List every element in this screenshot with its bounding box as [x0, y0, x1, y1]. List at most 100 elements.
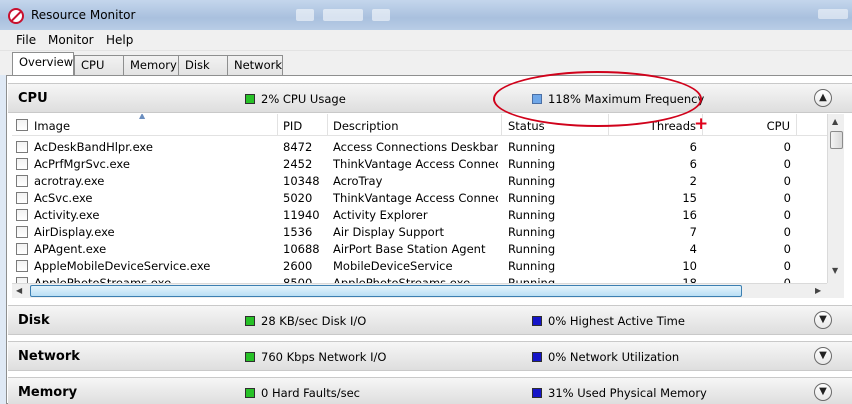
cell-cpu: 0: [783, 140, 791, 154]
titlebar-blurred-icon: [372, 9, 390, 21]
network-utilization-label: 0% Network Utilization: [548, 350, 680, 364]
cell-threads: 7: [689, 225, 697, 239]
row-checkbox[interactable]: [16, 243, 28, 255]
cell-threads: 4: [689, 242, 697, 256]
table-row[interactable]: APAgent.exe 10688 AirPort Base Station Age…: [12, 241, 827, 258]
row-checkbox[interactable]: [16, 260, 28, 272]
table-row[interactable]: AppleMobileDeviceService.exe 2600 MobileDe…: [12, 258, 827, 275]
cell-status: Running: [508, 191, 556, 205]
resource-monitor-icon: [8, 8, 24, 24]
row-checkbox[interactable]: [16, 209, 28, 221]
cell-threads: 2: [689, 174, 697, 188]
menu-monitor[interactable]: Monitor: [48, 33, 94, 47]
vertical-scroll-thumb[interactable]: [830, 131, 843, 149]
column-pid[interactable]: PID: [278, 114, 328, 136]
cpu-process-table: Image ▲ PID Description Status Threads C…: [12, 114, 827, 284]
horizontal-scrollbar[interactable]: ◀ ▶: [12, 283, 827, 298]
network-section-header[interactable]: Network 760 Kbps Network I/O 0% Network …: [8, 341, 852, 371]
chevron-up-icon[interactable]: ▲: [814, 89, 832, 107]
menu-help[interactable]: Help: [106, 33, 133, 47]
window-controls[interactable]: [818, 9, 848, 19]
cell-threads: 6: [689, 140, 697, 154]
disk-io-label: 28 KB/sec Disk I/O: [261, 314, 367, 328]
cpu-usage-label: 2% CPU Usage: [261, 92, 346, 106]
menu-bar: File Monitor Help: [0, 30, 852, 51]
scroll-up-icon[interactable]: ▲: [832, 117, 838, 126]
vertical-scrollbar[interactable]: ▲ ▼: [827, 114, 844, 284]
cell-image: APAgent.exe: [34, 242, 107, 256]
cell-image: acrotray.exe: [34, 174, 105, 188]
tab-memory[interactable]: Memory: [123, 55, 179, 75]
cell-threads: 16: [682, 208, 697, 222]
table-row[interactable]: AirDisplay.exe 1536 Air Display Support Run…: [12, 224, 827, 241]
row-checkbox[interactable]: [16, 192, 28, 204]
annotation-circle: [493, 71, 702, 127]
cell-pid: 1536: [283, 225, 313, 239]
table-row[interactable]: AcPrfMgrSvc.exe 2452 ThinkVantage Access C…: [12, 156, 827, 173]
hard-faults-stat: 0 Hard Faults/sec: [245, 386, 360, 400]
row-checkbox[interactable]: [16, 226, 28, 238]
cpu-usage-stat: 2% CPU Usage: [245, 92, 346, 106]
cell-status: Running: [508, 140, 556, 154]
cell-cpu: 0: [783, 259, 791, 273]
disk-section-header[interactable]: Disk 28 KB/sec Disk I/O 0% Highest Activ…: [8, 305, 852, 335]
network-utilization-indicator-icon: [532, 352, 542, 362]
cell-threads: 10: [682, 259, 697, 273]
disk-section-title: Disk: [18, 313, 50, 328]
network-io-label: 760 Kbps Network I/O: [261, 350, 387, 364]
row-checkbox[interactable]: [16, 175, 28, 187]
scroll-corner: [827, 283, 844, 298]
cell-cpu: 0: [783, 174, 791, 188]
memory-section-title: Memory: [18, 385, 78, 400]
chevron-down-icon[interactable]: ▼: [814, 383, 832, 401]
tab-disk[interactable]: Disk: [178, 55, 228, 75]
tab-overview[interactable]: Overview: [12, 52, 74, 76]
cell-desc: Activity Explorer: [333, 208, 428, 222]
menu-file[interactable]: File: [16, 33, 36, 47]
scroll-right-icon[interactable]: ▶: [815, 286, 821, 295]
cpu-usage-indicator-icon: [245, 94, 255, 104]
tab-network[interactable]: Network: [227, 55, 283, 75]
window-title: Resource Monitor: [31, 8, 136, 22]
cell-desc: MobileDeviceService: [333, 259, 453, 273]
cell-cpu: 0: [783, 157, 791, 171]
table-row[interactable]: AcSvc.exe 5020 ThinkVantage Access Connec.…: [12, 190, 827, 207]
cell-pid: 8472: [283, 140, 313, 154]
chevron-down-icon[interactable]: ▼: [814, 347, 832, 365]
disk-active-label: 0% Highest Active Time: [548, 314, 685, 328]
cpu-section-header[interactable]: CPU 2% CPU Usage 118% Maximum Frequency …: [8, 83, 852, 113]
table-row[interactable]: acrotray.exe 10348 AcroTray Running 2 0: [12, 173, 827, 190]
cell-image: AppleMobileDeviceService.exe: [34, 259, 211, 273]
network-utilization-stat: 0% Network Utilization: [532, 350, 679, 364]
row-checkbox[interactable]: [16, 158, 28, 170]
cell-pid: 10348: [283, 174, 320, 188]
cell-status: Running: [508, 242, 556, 256]
cell-status: Running: [508, 174, 556, 188]
memory-section-header[interactable]: Memory 0 Hard Faults/sec 31% Used Physic…: [8, 377, 852, 404]
cell-threads: 6: [689, 157, 697, 171]
column-description[interactable]: Description: [328, 114, 502, 136]
row-checkbox[interactable]: [16, 141, 28, 153]
cell-desc: Access Connections Deskban...: [333, 140, 498, 154]
disk-io-indicator-icon: [245, 316, 255, 326]
cell-status: Running: [508, 259, 556, 273]
chevron-down-icon[interactable]: ▼: [814, 311, 832, 329]
cell-status: Running: [508, 208, 556, 222]
table-row[interactable]: AcDeskBandHlpr.exe 8472 Access Connections…: [12, 139, 827, 156]
cell-image: AcDeskBandHlpr.exe: [34, 140, 153, 154]
scroll-down-icon[interactable]: ▼: [832, 266, 838, 275]
hard-faults-indicator-icon: [245, 388, 255, 398]
hard-faults-label: 0 Hard Faults/sec: [261, 386, 361, 400]
tab-strip: Overview CPU Memory Disk Network: [0, 51, 852, 76]
column-cpu[interactable]: CPU: [703, 114, 797, 136]
table-row[interactable]: Activity.exe 11940 Activity Explorer Runnin…: [12, 207, 827, 224]
cell-image: AcSvc.exe: [34, 191, 93, 205]
horizontal-scroll-thumb[interactable]: [30, 285, 742, 297]
cell-image: AirDisplay.exe: [34, 225, 115, 239]
cell-cpu: 0: [783, 191, 791, 205]
annotation-plus-icon: +: [694, 114, 709, 134]
network-io-stat: 760 Kbps Network I/O: [245, 350, 386, 364]
scroll-left-icon[interactable]: ◀: [16, 286, 22, 295]
tab-cpu[interactable]: CPU: [74, 55, 124, 75]
cell-cpu: 0: [783, 208, 791, 222]
